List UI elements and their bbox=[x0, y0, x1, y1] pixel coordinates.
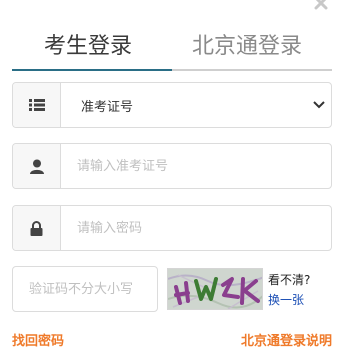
lock-icon bbox=[30, 220, 43, 236]
password-input[interactable] bbox=[61, 206, 331, 250]
login-tabs: 考生登录 北京通登录 bbox=[12, 28, 332, 72]
captcha-image[interactable] bbox=[167, 268, 263, 310]
close-icon bbox=[314, 0, 328, 10]
tab-active-indicator bbox=[12, 69, 172, 71]
username-icon-box bbox=[13, 144, 61, 188]
password-field-group bbox=[12, 205, 332, 251]
close-button[interactable] bbox=[310, 0, 332, 12]
captcha-unclear-label: 看不清? bbox=[268, 273, 311, 287]
username-field-group bbox=[12, 143, 332, 189]
password-icon-box bbox=[13, 206, 61, 250]
username-input[interactable] bbox=[61, 144, 331, 188]
beijingtong-help-link[interactable]: 北京通登录说明 bbox=[241, 330, 332, 349]
captcha-help: 看不清? 换一张 bbox=[268, 270, 310, 310]
user-icon bbox=[29, 159, 44, 174]
forgot-password-link[interactable]: 找回密码 bbox=[12, 330, 64, 349]
tab-beijingtong-login[interactable]: 北京通登录 bbox=[192, 28, 302, 68]
tab-candidate-login[interactable]: 考生登录 bbox=[44, 28, 132, 68]
list-icon bbox=[28, 99, 45, 111]
captcha-input[interactable] bbox=[13, 267, 157, 311]
captcha-refresh-link[interactable]: 换一张 bbox=[268, 290, 310, 310]
chevron-down-icon bbox=[313, 101, 325, 109]
id-type-value: 准考证号 bbox=[81, 99, 134, 115]
id-type-icon-box bbox=[13, 83, 61, 127]
id-type-select[interactable]: 准考证号 bbox=[12, 82, 332, 128]
captcha-field-group bbox=[12, 266, 158, 312]
